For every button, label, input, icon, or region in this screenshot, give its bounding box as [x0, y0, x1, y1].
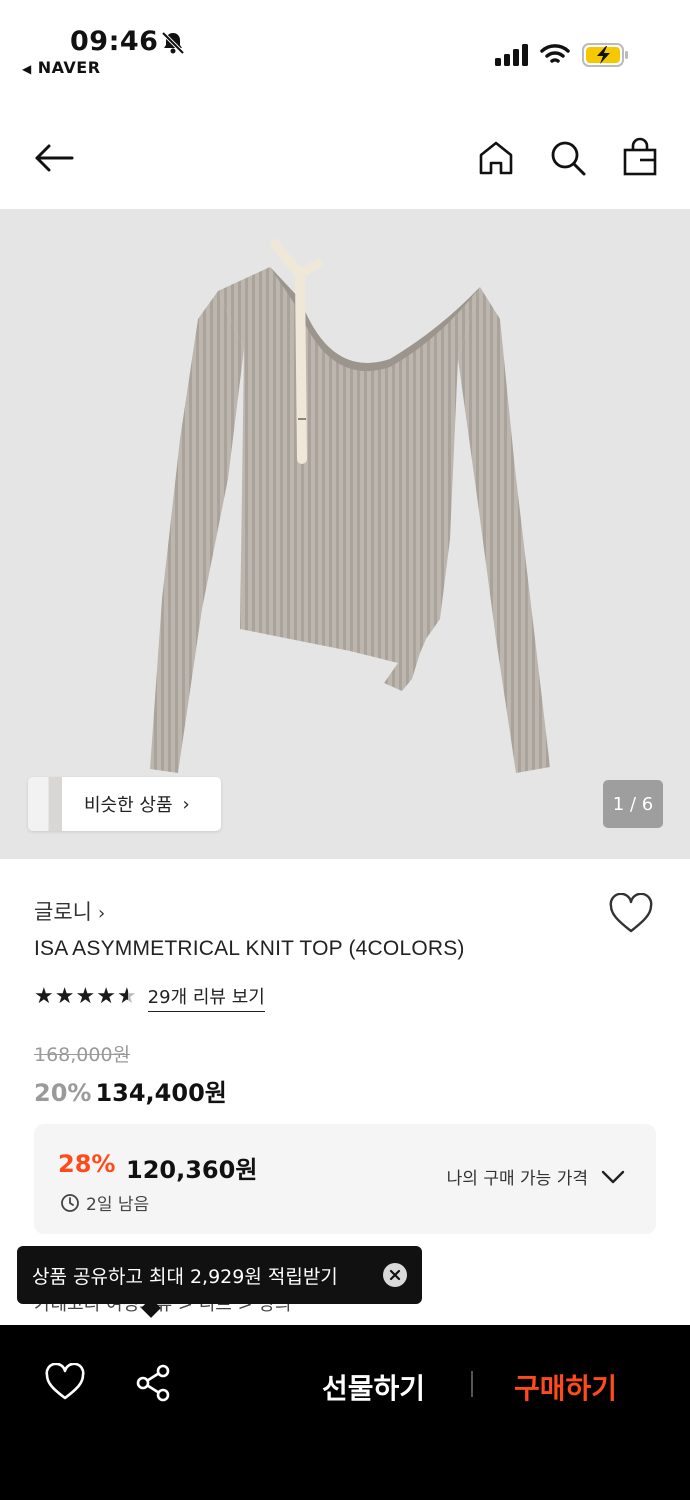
- star-icon: ★: [54, 984, 75, 1009]
- signal-icon: [495, 44, 528, 66]
- arrow-left-icon: [35, 144, 74, 172]
- battery-charging-icon: [582, 43, 628, 67]
- chevron-right-icon: ›: [182, 793, 190, 815]
- share-reward-toast[interactable]: 상품 공유하고 최대 2,929원 적립받기: [17, 1246, 422, 1304]
- back-triangle-icon: ◀: [22, 62, 32, 76]
- similar-product-thumbnail: [28, 777, 62, 831]
- bag-icon: [623, 137, 657, 176]
- brand-name: 글로니: [34, 900, 92, 924]
- wifi-icon: [540, 44, 570, 63]
- status-bar: 09:46 ◀ NAVER: [0, 0, 690, 90]
- search-icon: [551, 141, 586, 176]
- brand-link[interactable]: 글로니 ›: [34, 896, 105, 926]
- similar-products-label: 비슷한 상품: [84, 795, 173, 816]
- similar-products-button[interactable]: 비슷한 상품 ›: [28, 777, 221, 831]
- back-to-app-link[interactable]: ◀ NAVER: [22, 58, 101, 77]
- reviews-link[interactable]: 29개 리뷰 보기: [147, 983, 265, 1012]
- star-rating: ★ ★ ★ ★ ★: [34, 986, 138, 1008]
- star-icon: ★: [34, 984, 54, 1009]
- image-page-indicator: 1 / 6: [603, 780, 663, 828]
- bell-slash-icon: [161, 31, 185, 55]
- my-best-price-box[interactable]: 28% 120,360원 2일 남음 나의 구매 가능 가격: [34, 1124, 656, 1234]
- clock-icon: [61, 1193, 79, 1212]
- back-app-label: NAVER: [37, 58, 101, 77]
- share-icon[interactable]: [133, 1363, 173, 1403]
- home-icon: [479, 141, 513, 175]
- product-title: ISA ASYMMETRICAL KNIT TOP (4COLORS): [34, 937, 465, 960]
- original-price: 168,000원: [34, 1044, 131, 1066]
- heart-icon[interactable]: [44, 1363, 86, 1403]
- toast-close-button[interactable]: [383, 1263, 407, 1287]
- sale-price: 134,400원: [95, 1079, 227, 1107]
- rating-row: ★ ★ ★ ★ ★ 29개 리뷰 보기: [34, 982, 265, 1012]
- star-icon: ★: [96, 984, 116, 1009]
- gift-button[interactable]: 선물하기: [322, 1367, 425, 1407]
- star-icon: ★: [75, 984, 96, 1009]
- coupon-timer-label: 2일 남음: [86, 1195, 150, 1215]
- close-icon: [389, 1269, 401, 1281]
- top-nav-bar: [0, 120, 690, 200]
- home-button[interactable]: [474, 136, 518, 180]
- search-button[interactable]: [546, 136, 590, 180]
- coupon-discount-percent: 28%: [58, 1150, 116, 1178]
- coupon-price: 120,360원: [126, 1156, 258, 1184]
- product-photo-knit-top: [150, 239, 550, 773]
- bottom-action-bar: 선물하기 구매하기: [0, 1325, 690, 1500]
- back-button[interactable]: [32, 136, 76, 180]
- coupon-timer: 2일 남음: [60, 1190, 149, 1215]
- discount-percent: 20%: [34, 1079, 92, 1107]
- heart-icon[interactable]: [608, 893, 654, 935]
- chevron-right-icon: ›: [97, 903, 106, 924]
- sale-price-row: 20% 134,400원: [34, 1073, 227, 1108]
- product-image-carousel[interactable]: 비슷한 상품 › 1 / 6: [0, 209, 690, 859]
- buy-button[interactable]: 구매하기: [514, 1367, 617, 1407]
- my-price-toggle[interactable]: 나의 구매 가능 가격: [447, 1164, 626, 1189]
- chevron-down-icon: [601, 1170, 625, 1183]
- status-time: 09:46: [70, 26, 159, 57]
- star-half-icon: ★: [116, 984, 137, 1009]
- my-price-label: 나의 구매 가능 가격: [446, 1169, 588, 1189]
- shopping-bag-button[interactable]: [618, 136, 662, 180]
- bottom-bar-divider: [471, 1371, 473, 1397]
- toast-message: 상품 공유하고 최대 2,929원 적립받기: [32, 1265, 338, 1288]
